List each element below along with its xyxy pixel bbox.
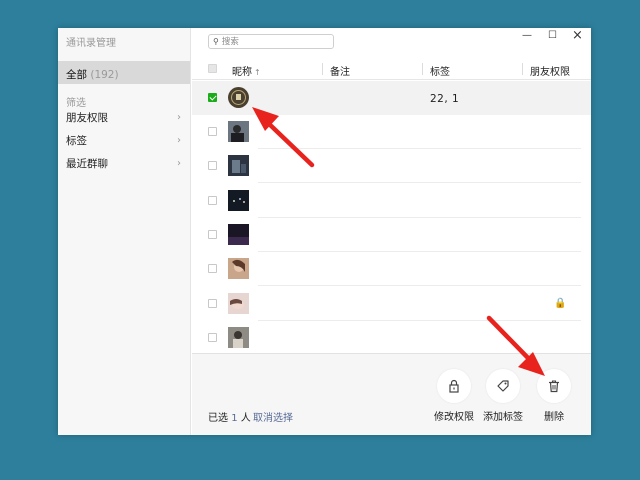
arrow-to-avatar (252, 107, 315, 168)
annotation-arrows (252, 107, 545, 376)
arrow-to-delete (486, 315, 545, 376)
